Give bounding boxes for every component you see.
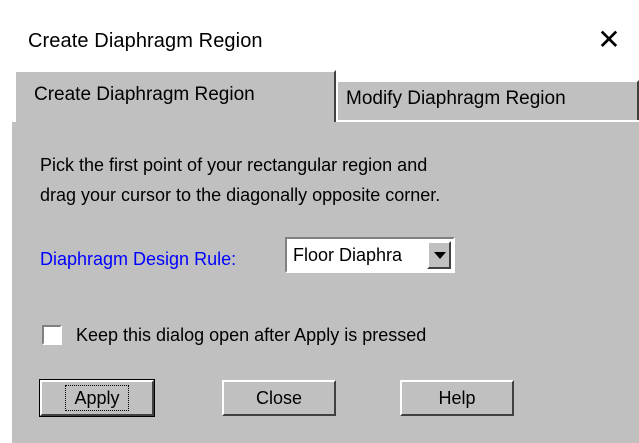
instruction-text: Pick the first point of your rectangular… [40,150,440,210]
help-button[interactable]: Help [400,380,514,416]
close-icon[interactable]: ✕ [594,25,624,55]
tab-label: Create Diaphragm Region [34,84,255,105]
title-bar: Create Diaphragm Region ✕ [0,0,639,70]
keep-open-checkbox[interactable] [42,325,62,345]
close-button[interactable]: Close [222,380,336,416]
window-title: Create Diaphragm Region [28,30,263,52]
tab-label: Modify Diaphragm Region [346,88,566,109]
window-left-edge [0,70,12,441]
chevron-down-icon[interactable] [427,241,451,269]
design-rule-label: Diaphragm Design Rule: [40,249,237,269]
keep-open-label[interactable]: Keep this dialog open after Apply is pre… [76,325,426,346]
design-rule-select[interactable]: Floor Diaphra [285,237,455,273]
dialog-window: Create Diaphragm Region ✕ Modify Diaphra… [0,0,639,443]
instruction-line-2: drag your cursor to the diagonally oppos… [40,185,441,205]
apply-button-label: Apply [65,385,129,411]
tab-modify-diaphragm-region[interactable]: Modify Diaphragm Region [336,80,639,120]
design-rule-value: Floor Diaphra [293,245,403,265]
apply-button[interactable]: Apply [39,379,155,417]
tab-create-diaphragm-region[interactable]: Create Diaphragm Region [14,70,336,122]
instruction-line-1: Pick the first point of your rectangular… [40,155,428,175]
